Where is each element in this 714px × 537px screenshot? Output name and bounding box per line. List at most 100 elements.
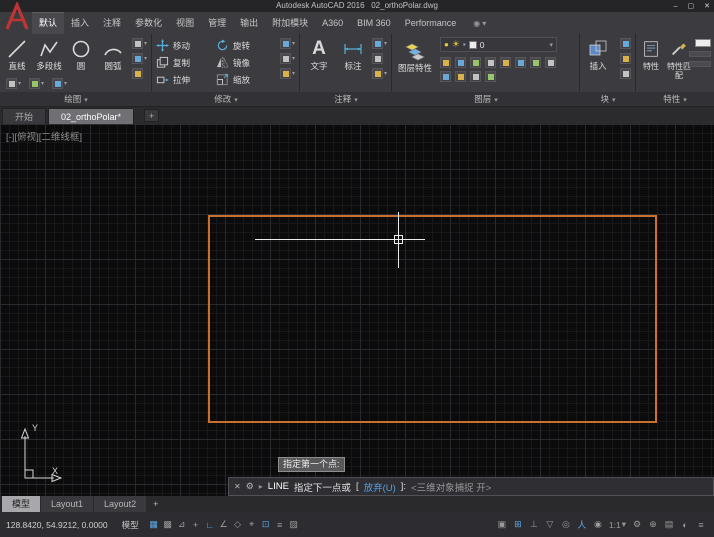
properties-palette-button[interactable]: 特性 [638,34,664,80]
dynamic-input-toggle[interactable]: + [189,517,203,533]
layer-tool-10-button[interactable] [455,71,466,82]
linetype-dropdown[interactable] [689,51,711,57]
snap-toggle[interactable]: ▩ [161,517,175,533]
draw-more-1-button[interactable]: ▾ [6,78,21,89]
command-close-icon[interactable]: ✕ [234,482,241,491]
hatch-tool-button[interactable] [131,68,147,79]
layer-tool-11-button[interactable] [470,71,481,82]
rectangle-tool-button[interactable]: ▾ [131,38,147,49]
properties-panel-label[interactable]: 特性 ▾ [636,92,714,107]
object-snap-tracking-toggle[interactable]: ⌖ [245,517,259,533]
circle-tool-button[interactable]: 圆 [66,34,96,72]
ribbon-tab-manage[interactable]: 管理 [201,12,233,34]
annotation-panel-label[interactable]: 注释 ▾ [300,92,392,107]
model-space-button[interactable]: 模型 [122,519,139,531]
ribbon-tab-bim360[interactable]: BIM 360 [350,12,398,34]
grid-toggle[interactable]: ▦ [147,517,161,533]
ribbon-tab-a360[interactable]: A360 [315,12,350,34]
ribbon-tab-output[interactable]: 输出 [233,12,265,34]
minimize-button[interactable]: – [674,3,678,10]
line-tool-button[interactable]: 直线 [2,34,32,72]
text-style-button[interactable]: ▾ [371,68,387,79]
ribbon-tab-performance[interactable]: Performance [398,12,464,34]
copy-tool-button[interactable]: 复制 [156,54,214,71]
draw-more-3-button[interactable]: ▾ [52,78,67,89]
close-button[interactable]: ✕ [704,2,710,10]
lineweight-dropdown[interactable] [689,61,711,67]
layer-tool-6-button[interactable] [515,57,526,68]
ribbon-display-toggle[interactable]: ◉ ▾ [473,12,486,34]
file-tab-start[interactable]: 开始 [2,108,47,124]
file-tab-drawing[interactable]: 02_orthoPolar* [48,108,135,124]
drawing-canvas[interactable]: [-][俯视][二维线框] Y X 指定第一个点: [0,124,714,496]
command-customize-icon[interactable]: ⚙ [246,481,254,492]
table-tool-button[interactable] [371,53,387,64]
gizmo-toggle[interactable]: ◎ [559,517,573,533]
rotate-tool-button[interactable]: 旋转 [216,37,274,54]
layer-tool-8-button[interactable] [545,57,556,68]
ribbon-tab-annotate[interactable]: 注释 [96,12,128,34]
layer-tool-7-button[interactable] [530,57,541,68]
ortho-toggle[interactable]: ∟ [203,517,217,533]
layer-tool-12-button[interactable] [485,71,496,82]
polyline-tool-button[interactable]: 多段线 [34,34,64,72]
scale-tool-button[interactable]: 缩放 [216,71,274,88]
fillet-tool-button[interactable]: ▾ [279,53,295,64]
infer-constraints-toggle[interactable]: ⊿ [175,517,189,533]
command-line[interactable]: ✕ ⚙ ▸ LINE 指定下一点或 [ 放弃(U) ]: <三维对象捕捉 开> [228,477,714,496]
layer-tool-4-button[interactable] [485,57,496,68]
text-tool-button[interactable]: A 文字 [304,34,334,72]
ribbon-tab-home[interactable]: 默认 [32,12,65,34]
stretch-tool-button[interactable]: 拉伸 [156,71,214,88]
isolate-objects-button[interactable]: ◐ [678,517,692,533]
ribbon-tab-parametric[interactable]: 参数化 [128,12,169,34]
edit-block-button[interactable] [620,53,631,64]
polar-tracking-toggle[interactable]: ∠ [217,517,231,533]
lineweight-toggle[interactable]: ≡ [273,517,287,533]
layer-tool-3-button[interactable] [470,57,481,68]
layout-tab-model[interactable]: 模型 [2,496,41,512]
ribbon-tab-insert[interactable]: 插入 [64,12,96,34]
array-tool-button[interactable]: ▾ [279,68,295,79]
layer-tool-5-button[interactable] [500,57,511,68]
draw-panel-label[interactable]: 绘图 ▾ [0,92,152,107]
viewport-controls[interactable]: [-][俯视][二维线框] [6,129,82,143]
ribbon-tab-view[interactable]: 视图 [169,12,201,34]
object-color-swatch[interactable] [695,39,711,47]
object-snap-toggle[interactable]: ⊡ [259,517,273,533]
modify-panel-label[interactable]: 修改 ▾ [152,92,300,107]
customize-status-bar-button[interactable]: ≡ [694,517,708,533]
ellipse-tool-button[interactable]: ▾ [131,53,147,64]
transparency-toggle[interactable]: ▨ [287,517,301,533]
layer-dropdown[interactable]: ● ☀ ▪ 0 ▾ [440,37,557,52]
block-attributes-button[interactable] [620,68,631,79]
annotation-visibility-toggle[interactable]: 人 [575,517,589,533]
dimension-tool-button[interactable]: 标注 [338,34,368,72]
arc-tool-button[interactable]: 圆弧 [98,34,128,72]
selection-filter-toggle[interactable]: ▽ [543,517,557,533]
layout-tab-layout2[interactable]: Layout2 [94,496,147,512]
autocad-logo-icon[interactable] [4,0,30,37]
isodraft-toggle[interactable]: ◇ [231,517,245,533]
move-tool-button[interactable]: 移动 [156,37,214,54]
layer-tool-2-button[interactable] [455,57,466,68]
layer-properties-button[interactable]: 图层特性 [394,36,436,74]
layer-tool-1-button[interactable] [440,57,451,68]
block-panel-label[interactable]: 块 ▾ [580,92,636,107]
object-snap-3d-toggle[interactable]: ⊞ [511,517,525,533]
selection-cycling-toggle[interactable]: ▣ [495,517,509,533]
new-layout-button[interactable]: + [147,499,164,509]
leader-tool-button[interactable]: ▾ [371,38,387,49]
quick-properties-toggle[interactable]: ▤ [662,517,676,533]
mirror-tool-button[interactable]: 镜像 [216,54,274,71]
layout-tab-layout1[interactable]: Layout1 [41,496,94,512]
draw-more-2-button[interactable]: ▾ [29,78,44,89]
annotation-scale-button[interactable]: 1:1 ▾ [607,519,628,530]
dynamic-ucs-toggle[interactable]: ⊥ [527,517,541,533]
workspace-switch-gear-icon[interactable]: ⚙ [630,517,644,533]
trim-tool-button[interactable]: ▾ [279,38,295,49]
new-drawing-tab-button[interactable]: + [144,109,160,122]
annotation-monitor-toggle[interactable]: ⊕ [646,517,660,533]
create-block-button[interactable] [620,38,631,49]
insert-block-button[interactable]: 插入 [582,34,614,72]
